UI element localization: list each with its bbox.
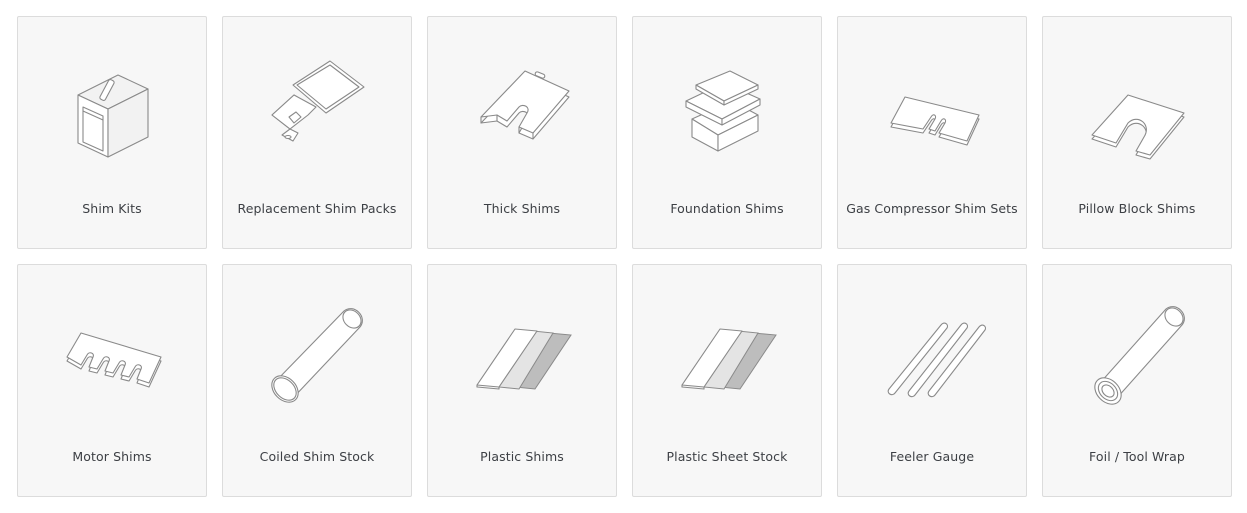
coiled-stock-icon: [271, 308, 363, 403]
category-card-replacement-shim-packs[interactable]: Replacement Shim Packs: [222, 16, 412, 249]
category-card-plastic-sheet-stock[interactable]: Plastic Sheet Stock: [632, 264, 822, 497]
category-label: Replacement Shim Packs: [237, 201, 397, 216]
category-card-plastic-shims[interactable]: Plastic Shims: [427, 264, 617, 497]
pillow-block-shim-icon: [1091, 94, 1185, 160]
category-card-foundation-shims[interactable]: Foundation Shims: [632, 16, 822, 249]
compressor-shim-icon: [890, 96, 980, 146]
category-label: Motor Shims: [72, 449, 152, 464]
foil-roll-icon: [1094, 306, 1185, 405]
category-card-thick-shims[interactable]: Thick Shims: [427, 16, 617, 249]
category-card-foil-tool-wrap[interactable]: Foil / Tool Wrap: [1042, 264, 1232, 497]
category-card-shim-kits[interactable]: Shim Kits: [17, 16, 207, 249]
plastic-sheet-icon: [681, 328, 777, 390]
category-label: Pillow Block Shims: [1078, 201, 1196, 216]
category-label: Plastic Shims: [480, 449, 564, 464]
product-category-grid: Shim Kits Replacement Shim Packs Thick S…: [17, 16, 1232, 497]
category-card-coiled-shim-stock[interactable]: Coiled Shim Stock: [222, 264, 412, 497]
thick-shim-icon: [480, 70, 570, 140]
feeler-gauge-icon: [887, 322, 986, 398]
category-label: Plastic Sheet Stock: [666, 449, 788, 464]
category-label: Foundation Shims: [670, 201, 784, 216]
plastic-shims-icon: [476, 328, 572, 390]
shim-kit-box-icon: [77, 74, 149, 158]
category-label: Foil / Tool Wrap: [1089, 449, 1185, 464]
category-card-pillow-block-shims[interactable]: Pillow Block Shims: [1042, 16, 1232, 249]
category-card-gas-compressor-shim-sets[interactable]: Gas Compressor Shim Sets: [837, 16, 1027, 249]
foundation-shim-icon: [685, 70, 761, 152]
category-label: Feeler Gauge: [889, 449, 975, 464]
motor-shim-icon: [66, 332, 162, 388]
category-card-feeler-gauge[interactable]: Feeler Gauge: [837, 264, 1027, 497]
category-label: Shim Kits: [82, 201, 142, 216]
category-card-motor-shims[interactable]: Motor Shims: [17, 264, 207, 497]
category-label: Gas Compressor Shim Sets: [846, 201, 1018, 216]
category-label: Thick Shims: [483, 201, 561, 216]
shim-pack-icon: [271, 60, 365, 142]
category-label: Coiled Shim Stock: [259, 449, 375, 464]
